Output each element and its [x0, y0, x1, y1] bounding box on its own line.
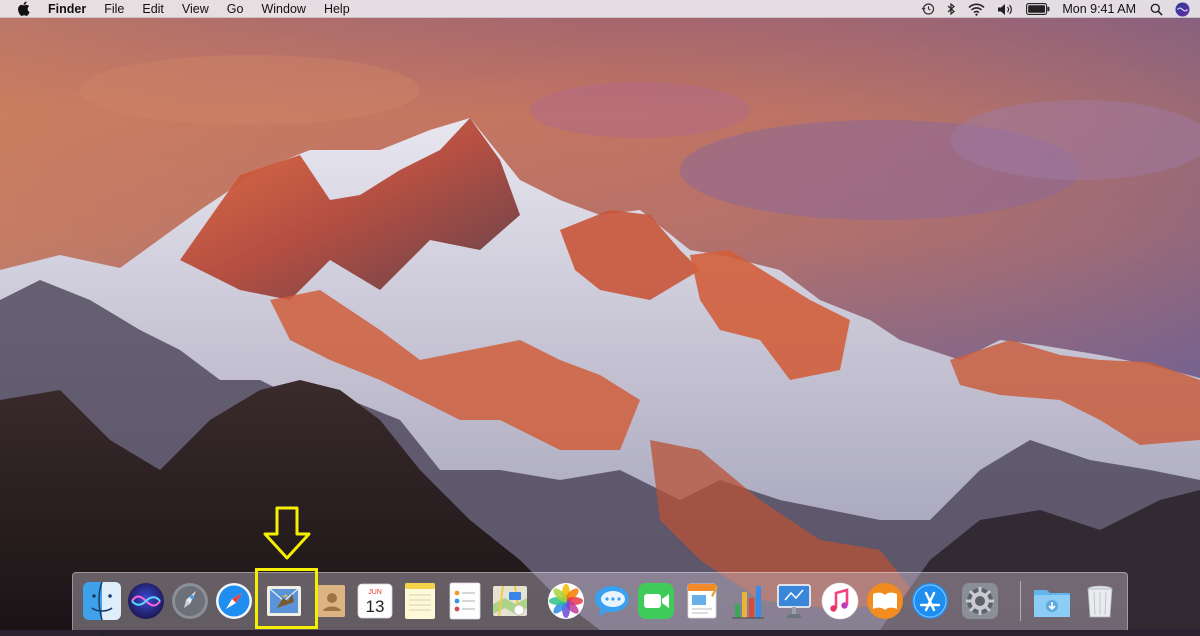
dock-downloads[interactable]: [1031, 580, 1073, 622]
reminders-icon: [449, 582, 481, 620]
dock-messages[interactable]: [591, 580, 633, 622]
itunes-icon: [821, 582, 859, 620]
dock-itunes[interactable]: [819, 580, 861, 622]
menu-view[interactable]: View: [173, 0, 218, 18]
dock-system-preferences[interactable]: [959, 580, 1001, 622]
wifi-icon[interactable]: [968, 0, 985, 18]
numbers-icon: [732, 586, 764, 619]
dock-launchpad[interactable]: [169, 580, 211, 622]
calendar-month-label: JUN: [368, 589, 382, 596]
dock-separator: [1020, 581, 1021, 621]
battery-icon[interactable]: [1026, 0, 1050, 18]
safari-icon: [216, 583, 252, 619]
photos-icon: [548, 583, 584, 619]
trash-icon: [1087, 585, 1113, 618]
notes-icon: [405, 583, 435, 619]
desktop-wallpaper: [0, 0, 1200, 630]
menu-window[interactable]: Window: [252, 0, 314, 18]
menu-go[interactable]: Go: [218, 0, 253, 18]
finder-icon: [83, 581, 121, 621]
facetime-icon: [638, 583, 674, 619]
maps-icon: [493, 585, 527, 617]
dock-notes[interactable]: [399, 580, 441, 622]
calendar-icon: JUN13: [357, 583, 393, 619]
menu-file[interactable]: File: [95, 0, 133, 18]
dock-finder[interactable]: [81, 580, 123, 636]
dock-safari[interactable]: [213, 580, 255, 622]
keynote-icon: [777, 584, 811, 618]
menu-edit[interactable]: Edit: [133, 0, 173, 18]
dock-maps[interactable]: [489, 580, 531, 622]
bluetooth-icon[interactable]: [947, 0, 956, 18]
dock-siri[interactable]: [125, 580, 167, 622]
dock-pages[interactable]: [681, 580, 723, 622]
siri-icon[interactable]: [1175, 0, 1190, 18]
apple-logo-icon[interactable]: [16, 1, 30, 17]
pages-icon: [687, 583, 718, 619]
menu-help[interactable]: Help: [315, 0, 359, 18]
ibooks-icon: [867, 583, 903, 619]
messages-icon: [595, 586, 629, 616]
search-icon[interactable]: [1150, 0, 1163, 18]
calendar-day-label: 13: [366, 597, 385, 616]
dock-trash[interactable]: [1079, 580, 1121, 622]
status-area: Mon 9:41 AM: [915, 0, 1200, 18]
volume-icon[interactable]: [997, 0, 1014, 18]
dock-reminders[interactable]: [444, 580, 486, 622]
menu-app-name[interactable]: Finder: [42, 0, 95, 18]
dock-app-store[interactable]: [909, 580, 951, 622]
downloads-folder-icon: [1034, 590, 1070, 617]
dock-photos[interactable]: [545, 580, 587, 622]
menu-clock[interactable]: Mon 9:41 AM: [1056, 2, 1144, 16]
app-store-icon: [912, 583, 948, 619]
launchpad-icon: [172, 583, 208, 619]
mail-highlight-box: [255, 568, 318, 629]
dock-numbers[interactable]: [727, 580, 769, 622]
menu-bar: Finder File Edit View Go Window Help Mon…: [0, 0, 1200, 18]
dock: JUN 13: [72, 572, 1128, 636]
down-arrow-icon: [263, 506, 311, 560]
running-indicator: [100, 632, 104, 636]
dock-facetime[interactable]: [635, 580, 677, 622]
dock-keynote[interactable]: [773, 580, 815, 622]
siri-icon: [128, 583, 164, 619]
dock-ibooks[interactable]: [864, 580, 906, 622]
time-machine-icon[interactable]: [921, 0, 935, 18]
dock-calendar[interactable]: JUN 13: [354, 580, 396, 622]
system-preferences-icon: [962, 583, 998, 619]
